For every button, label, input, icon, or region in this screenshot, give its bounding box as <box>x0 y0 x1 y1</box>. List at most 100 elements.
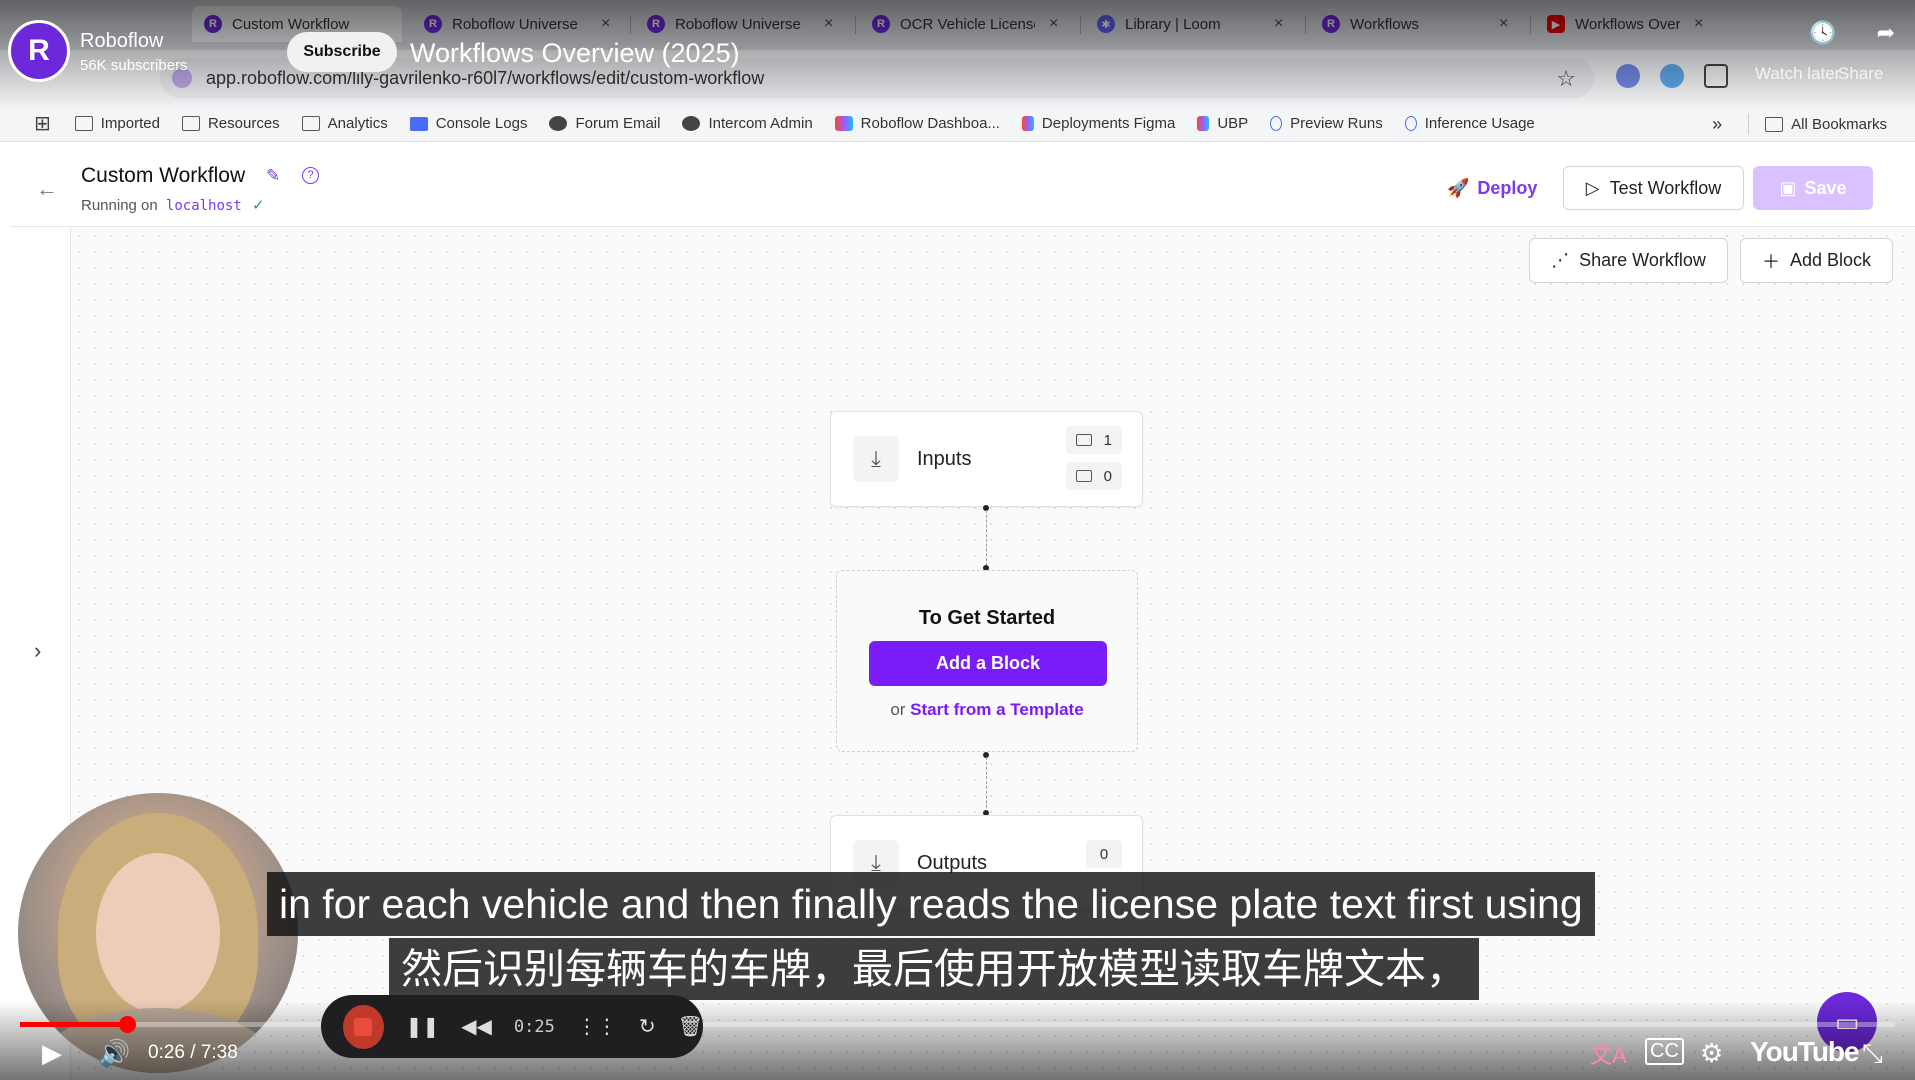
bookmark-label: Forum Email <box>575 115 661 132</box>
inputs-node[interactable]: ⤓ Inputs 1 0 <box>830 411 1143 507</box>
test-label: Test Workflow <box>1609 177 1722 198</box>
translate-icon[interactable]: 文A <box>1590 1038 1627 1070</box>
expand-sidebar-chevron-icon[interactable]: › <box>34 638 41 664</box>
bookmark-roboflow-dashboard[interactable]: Roboflow Dashboa... <box>834 115 1000 132</box>
rewind-icon[interactable]: ◀◀ <box>461 1014 492 1039</box>
video-title[interactable]: Workflows Overview (2025) <box>410 38 740 69</box>
check-icon: ✓ <box>251 197 265 214</box>
bookmark-imported[interactable]: Imported <box>74 115 160 132</box>
outputs-count: 0 <box>1086 840 1122 868</box>
edit-pencil-icon[interactable]: ✎ <box>266 166 280 186</box>
bookmark-forum-email[interactable]: Forum Email <box>549 115 660 132</box>
share-arrow-icon[interactable]: ➦ <box>1877 20 1895 46</box>
tab-ocr-vehicle[interactable]: R OCR Vehicle License × <box>860 6 1075 42</box>
deploy-button[interactable]: 🚀 Deploy <box>1447 168 1537 208</box>
settings-gear-icon[interactable]: ⚙ <box>1700 1038 1723 1069</box>
bookmark-resources[interactable]: Resources <box>181 115 280 132</box>
add-block-button[interactable]: ＋ Add Block <box>1740 238 1893 283</box>
bookmark-intercom-admin[interactable]: Intercom Admin <box>682 115 813 132</box>
volume-icon[interactable]: 🔊 <box>98 1038 130 1069</box>
text-param-icon <box>1076 470 1092 482</box>
tab-separator <box>1080 16 1081 34</box>
tab-workflows[interactable]: R Workflows × <box>1310 6 1525 42</box>
extensions-puzzle-icon[interactable] <box>1704 64 1728 88</box>
extension-icon[interactable] <box>1660 64 1684 88</box>
channel-avatar[interactable]: R <box>8 20 70 82</box>
share-label-yt[interactable]: Share <box>1838 64 1883 84</box>
close-icon[interactable]: × <box>1694 15 1703 33</box>
image-icon <box>1076 434 1092 446</box>
save-label: Save <box>1804 177 1847 198</box>
bookmark-label: Inference Usage <box>1424 115 1535 132</box>
more-bookmarks-chevron[interactable]: » <box>1712 114 1722 135</box>
close-icon[interactable]: × <box>601 15 610 33</box>
bookmark-label: Analytics <box>327 115 388 132</box>
param-input-count: 0 <box>1066 462 1122 490</box>
bookmark-label: Console Logs <box>435 115 528 132</box>
tab-title: OCR Vehicle License <box>900 15 1035 33</box>
play-icon[interactable]: ▶ <box>42 1038 62 1069</box>
bookmark-ubp[interactable]: UBP <box>1197 115 1248 132</box>
restart-icon[interactable]: ↻ <box>639 1014 656 1039</box>
start-from-template-link[interactable]: Start from a Template <box>910 700 1084 719</box>
password-manager-icon[interactable] <box>1616 64 1640 88</box>
bookmark-console-logs[interactable]: Console Logs <box>409 115 528 132</box>
channel-name[interactable]: Roboflow <box>80 30 163 53</box>
help-icon[interactable]: ? <box>302 167 319 184</box>
tab-separator <box>630 16 631 34</box>
bookmark-deployments-figma[interactable]: Deployments Figma <box>1021 115 1175 132</box>
outputs-count-value: 0 <box>1099 845 1109 863</box>
roboflow-icon: R <box>872 15 890 33</box>
back-arrow-icon[interactable]: ← <box>36 176 58 202</box>
tab-separator <box>1530 16 1531 34</box>
person-icon <box>1270 116 1283 131</box>
person-icon <box>1404 116 1417 131</box>
folder-icon <box>181 116 200 131</box>
loom-recorder-bar: ❚❚ ◀◀ 0:25 ⋮⋮ ↻ 🗑 <box>321 995 703 1058</box>
exit-fullscreen-icon[interactable]: ⤡ <box>1862 1038 1883 1070</box>
list-icon <box>409 116 428 131</box>
bookmark-preview-runs[interactable]: Preview Runs <box>1270 115 1383 132</box>
bookmark-label: Roboflow Dashboa... <box>860 115 1000 132</box>
pause-icon[interactable]: ❚❚ <box>406 1014 440 1039</box>
close-icon[interactable]: × <box>824 15 833 33</box>
stop-icon <box>354 1017 373 1036</box>
stop-recording-button[interactable] <box>343 1004 384 1049</box>
tab-separator <box>855 16 856 34</box>
tab-roboflow-universe-1[interactable]: R Roboflow Universe × <box>412 6 627 42</box>
close-icon[interactable]: × <box>1049 15 1058 33</box>
video-time: 0:26 / 7:38 <box>148 1042 238 1063</box>
workflow-title: Custom Workflow <box>81 164 246 187</box>
tab-workflows-overview[interactable]: ▶ Workflows Overview × <box>1535 6 1745 42</box>
progress-bar[interactable] <box>20 1016 1895 1033</box>
bookmark-inference-usage[interactable]: Inference Usage <box>1404 115 1535 132</box>
bookmark-label: Preview Runs <box>1290 115 1383 132</box>
tab-loom[interactable]: ✱ Library | Loom × <box>1085 6 1300 42</box>
close-icon[interactable]: × <box>1274 15 1283 33</box>
youtube-logo[interactable]: YouTube <box>1750 1036 1860 1068</box>
get-started-placeholder: To Get Started Add a Block or Start from… <box>836 570 1138 752</box>
bookmark-label: Resources <box>207 115 280 132</box>
workflow-header: ← Custom Workflow ✎ ? Running on localho… <box>10 150 1915 227</box>
test-workflow-button[interactable]: ▷ Test Workflow <box>1563 166 1744 210</box>
inputs-label: Inputs <box>917 448 972 470</box>
apps-grid-icon[interactable]: ⊞ <box>34 111 51 136</box>
trash-icon[interactable]: 🗑 <box>678 1014 703 1039</box>
tab-roboflow-universe-2[interactable]: R Roboflow Universe × <box>635 6 850 42</box>
add-a-block-button[interactable]: Add a Block <box>869 641 1107 686</box>
save-icon: ▣ <box>1779 177 1797 198</box>
share-workflow-button[interactable]: ⋰ Share Workflow <box>1529 238 1728 283</box>
all-bookmarks[interactable]: All Bookmarks <box>1791 116 1887 133</box>
drag-handle-icon[interactable]: ⋮⋮ <box>577 1014 617 1039</box>
save-button[interactable]: ▣ Save <box>1753 166 1873 210</box>
bookmark-star-icon[interactable]: ☆ <box>1556 66 1576 92</box>
closed-captions-icon[interactable]: CC <box>1645 1038 1684 1065</box>
running-label: Running on <box>81 197 158 214</box>
clock-icon[interactable]: 🕓 <box>1809 20 1836 46</box>
progress-scrubber[interactable] <box>118 1016 136 1033</box>
bookmark-analytics[interactable]: Analytics <box>301 115 388 132</box>
rocket-icon: 🚀 <box>1447 177 1470 198</box>
close-icon[interactable]: × <box>1499 15 1508 33</box>
subscribe-button[interactable]: Subscribe <box>287 32 397 72</box>
watch-later-label[interactable]: Watch later <box>1755 64 1840 84</box>
